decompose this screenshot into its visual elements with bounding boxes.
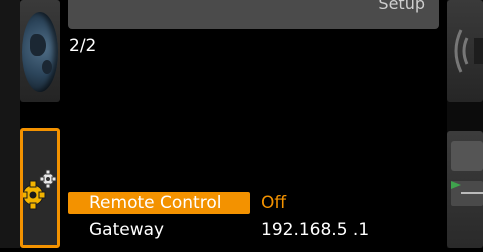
header-title: Setup <box>378 0 425 13</box>
gears-icon <box>23 169 57 210</box>
left-rail <box>0 0 20 248</box>
speaker-icon <box>454 29 483 73</box>
nav-tile-audio[interactable] <box>447 0 483 102</box>
menu-row-label: Gateway <box>89 220 165 240</box>
globe-icon <box>22 12 58 92</box>
menu-row-gateway[interactable]: Gateway 192.168.5 .1 <box>68 219 440 241</box>
header-bar: Setup <box>68 0 439 29</box>
nav-tile-network[interactable] <box>20 0 60 102</box>
menu-row-remote-control[interactable]: Remote Control Off <box>68 192 440 214</box>
menu-row-label: Remote Control <box>68 192 250 214</box>
gauge-icon <box>451 141 483 206</box>
nav-tile-meter[interactable] <box>447 131 483 248</box>
menu-row-value: 192.168.5 .1 <box>261 220 370 240</box>
nav-tile-setup-active[interactable] <box>20 128 60 248</box>
page-indicator: 2/2 <box>69 36 97 56</box>
menu-row-value: Off <box>261 193 287 213</box>
